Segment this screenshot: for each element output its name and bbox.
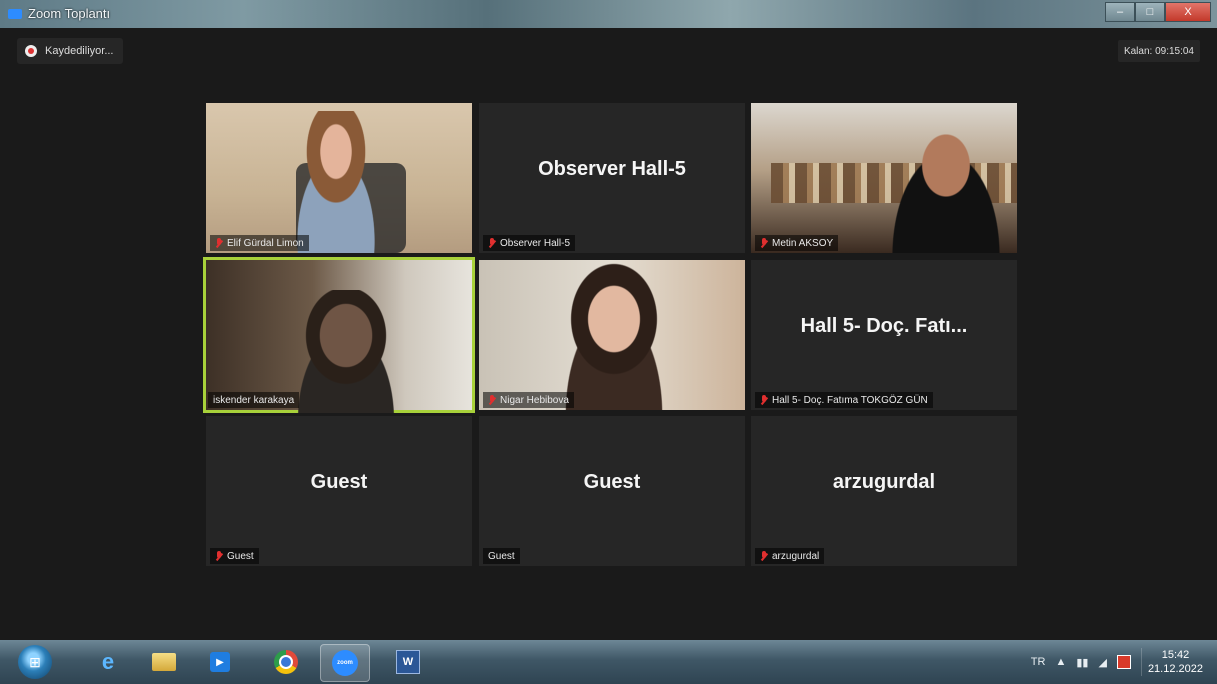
participant-tile[interactable]: Metin AKSOY	[751, 103, 1017, 253]
participant-name-tag: Hall 5- Doç. Fatıma TOKGÖZ GÜN	[755, 392, 933, 408]
show-hidden-icons[interactable]: ▲	[1055, 656, 1066, 668]
window-title: Zoom Toplantı	[28, 6, 111, 21]
participant-video	[206, 260, 472, 413]
participant-tile[interactable]: arzugurdal arzugurdal	[751, 416, 1017, 566]
taskbar: ⊞ e ▶ zoom W TR ▲ ▮▮ ◢ 15:42 21.12.2022	[0, 640, 1217, 684]
internet-explorer-icon[interactable]: e	[84, 644, 132, 680]
network-icon[interactable]: ▮▮	[1076, 656, 1088, 669]
participant-name-tag: arzugurdal	[755, 548, 825, 564]
participant-name: arzugurdal	[772, 550, 820, 562]
muted-mic-icon	[488, 237, 496, 249]
recording-badge[interactable]: Kaydediliyor...	[17, 38, 124, 64]
window-controls: – □ X	[1105, 2, 1211, 22]
participant-video	[206, 103, 472, 253]
file-explorer-icon[interactable]	[140, 644, 188, 680]
window-title-bar: Zoom Toplantı – □ X	[0, 0, 1217, 28]
participant-name-tag: Nigar Hebibova	[483, 392, 574, 408]
zoom-taskbar-icon[interactable]: zoom	[320, 644, 370, 682]
muted-mic-icon	[215, 237, 223, 249]
record-icon	[25, 45, 37, 57]
word-icon[interactable]: W	[384, 644, 432, 680]
participant-name: Metin AKSOY	[772, 237, 834, 249]
minimize-button[interactable]: –	[1105, 2, 1135, 22]
muted-mic-icon	[760, 394, 768, 406]
clock-time: 15:42	[1161, 649, 1190, 661]
recording-label: Kaydediliyor...	[45, 45, 114, 57]
muted-mic-icon	[760, 237, 768, 249]
chrome-icon[interactable]	[262, 644, 310, 680]
participant-name-tag: iskender karakaya	[208, 392, 300, 408]
language-indicator[interactable]: TR	[1031, 656, 1046, 668]
participant-display-name: Observer Hall-5	[538, 158, 686, 180]
muted-mic-icon	[760, 550, 768, 562]
zoom-app-icon	[8, 9, 22, 19]
participant-name: iskender karakaya	[213, 394, 295, 406]
participant-tile[interactable]: Guest Guest	[206, 416, 472, 566]
clock-date: 21.12.2022	[1147, 663, 1203, 675]
participant-name: Hall 5- Doç. Fatıma TOKGÖZ GÜN	[772, 394, 928, 406]
participant-name-tag: Observer Hall-5	[483, 235, 576, 251]
participant-name-tag: Metin AKSOY	[755, 235, 839, 251]
participant-display-name: Guest	[310, 471, 368, 493]
participant-name-tag: Elif Gürdal Limon	[210, 235, 309, 251]
participant-name: Guest	[227, 550, 254, 562]
windows-start-icon[interactable]: ⊞	[18, 645, 52, 679]
media-player-icon[interactable]: ▶	[196, 644, 244, 680]
meeting-area: Kaydediliyor... Kalan: 09:15:04 Elif Gür…	[7, 28, 1210, 640]
maximize-button[interactable]: □	[1135, 2, 1165, 22]
participant-tile[interactable]: Nigar Hebibova	[479, 260, 745, 410]
participant-name-tag: Guest	[210, 548, 259, 564]
participant-name: Observer Hall-5	[500, 237, 571, 249]
participant-video	[479, 260, 745, 410]
close-button[interactable]: X	[1165, 2, 1211, 22]
participant-display-name: Hall 5- Doç. Fatı...	[800, 315, 968, 337]
participant-name: Elif Gürdal Limon	[227, 237, 304, 249]
system-tray: TR ▲ ▮▮ ◢ 15:42 21.12.2022	[1031, 640, 1217, 684]
participant-name: Nigar Hebibova	[500, 394, 569, 406]
participant-tile[interactable]: Guest Guest	[479, 416, 745, 566]
participant-display-name: arzugurdal	[832, 471, 936, 493]
participant-name-tag: Guest	[483, 548, 520, 564]
participant-video	[751, 103, 1017, 253]
participant-tile[interactable]: Elif Gürdal Limon	[206, 103, 472, 253]
meeting-timer: Kalan: 09:15:04	[1117, 40, 1200, 62]
clock[interactable]: 15:42 21.12.2022	[1140, 648, 1209, 676]
participant-name: Guest	[488, 550, 515, 562]
participant-tile[interactable]: Observer Hall-5 Observer Hall-5	[479, 103, 745, 253]
muted-mic-icon	[215, 550, 223, 562]
participant-tile[interactable]: Hall 5- Doç. Fatı... Hall 5- Doç. Fatıma…	[751, 260, 1017, 410]
participant-tile-active-speaker[interactable]: iskender karakaya	[203, 257, 475, 413]
participant-display-name: Guest	[583, 471, 641, 493]
action-center-flag-icon[interactable]	[1116, 655, 1131, 669]
muted-mic-icon	[488, 394, 496, 406]
volume-icon[interactable]: ◢	[1098, 656, 1106, 669]
